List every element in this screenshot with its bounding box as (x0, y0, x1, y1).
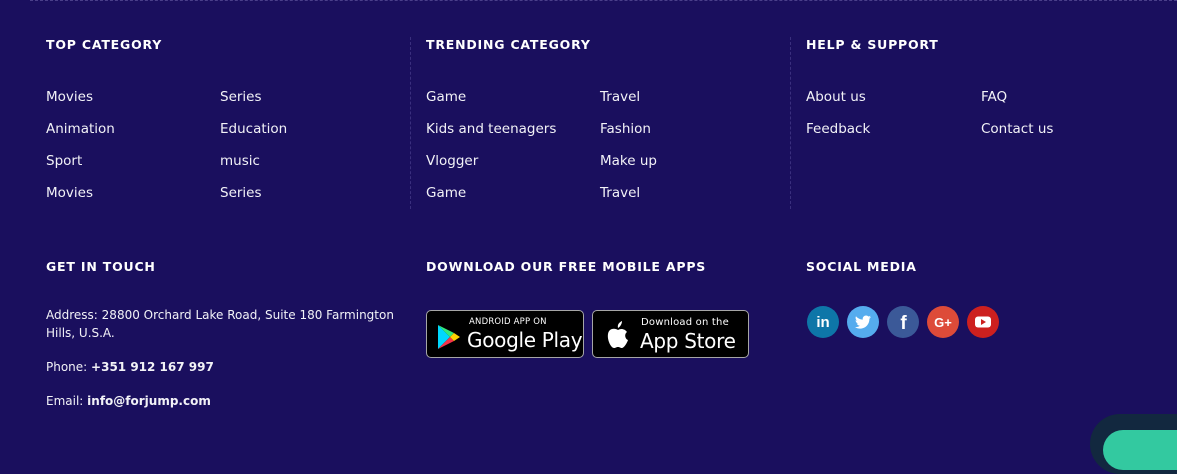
help-support-link[interactable]: Contact us (981, 121, 1053, 137)
trending-category-heading: TRENDING CATEGORY (426, 37, 591, 52)
app-store-small-text: Download on the (641, 317, 729, 328)
apps-heading: DOWNLOAD OUR FREE MOBILE APPS (426, 259, 707, 274)
help-support-link[interactable]: FAQ (981, 89, 1007, 105)
column-divider (790, 37, 791, 209)
trending-category-link[interactable]: Game (426, 185, 466, 201)
facebook-icon[interactable]: f (887, 306, 919, 338)
top-category-link[interactable]: Animation (46, 121, 115, 137)
google-play-icon (437, 324, 461, 354)
email-address[interactable]: info@forjump.com (87, 394, 211, 408)
help-support-heading: HELP & SUPPORT (806, 37, 939, 52)
help-support-link[interactable]: Feedback (806, 121, 870, 137)
chat-button[interactable] (1103, 430, 1177, 470)
youtube-icon[interactable] (967, 306, 999, 338)
twitter-icon[interactable] (847, 306, 879, 338)
linkedin-icon[interactable]: in (807, 306, 839, 338)
app-store-button[interactable]: Download on the App Store (592, 310, 749, 358)
get-in-touch-heading: GET IN TOUCH (46, 259, 156, 274)
trending-category-link[interactable]: Kids and teenagers (426, 121, 556, 137)
apple-icon (605, 321, 631, 353)
svg-text:f: f (900, 313, 907, 334)
top-category-link[interactable]: Movies (46, 185, 93, 201)
google-plus-icon[interactable]: G+ (927, 306, 959, 338)
address-text: Address: 28800 Orchard Lake Road, Suite … (46, 308, 394, 340)
top-category-link[interactable]: Series (220, 185, 262, 201)
email-text: Email: info@forjump.com (46, 394, 211, 408)
app-store-big-text: App Store (640, 329, 736, 353)
svg-text:G+: G+ (934, 315, 952, 330)
google-play-big-text: Google Play (467, 328, 583, 352)
top-category-link[interactable]: Series (220, 89, 262, 105)
top-category-link[interactable]: Sport (46, 153, 82, 169)
phone-text: Phone: +351 912 167 997 (46, 360, 214, 374)
help-support-link[interactable]: About us (806, 89, 866, 105)
top-category-link[interactable]: Movies (46, 89, 93, 105)
svg-text:in: in (816, 314, 829, 331)
trending-category-link[interactable]: Vlogger (426, 153, 478, 169)
trending-category-link[interactable]: Travel (600, 89, 640, 105)
trending-category-link[interactable]: Fashion (600, 121, 651, 137)
google-play-small-text: ANDROID APP ON (469, 317, 547, 327)
phone-number[interactable]: +351 912 167 997 (91, 360, 214, 374)
trending-category-link[interactable]: Make up (600, 153, 657, 169)
social-media-heading: SOCIAL MEDIA (806, 259, 917, 274)
top-category-link[interactable]: music (220, 153, 260, 169)
trending-category-link[interactable]: Game (426, 89, 466, 105)
column-divider (410, 37, 411, 209)
trending-category-link[interactable]: Travel (600, 185, 640, 201)
top-category-heading: TOP CATEGORY (46, 37, 163, 52)
top-category-link[interactable]: Education (220, 121, 287, 137)
top-divider (30, 0, 1177, 1)
google-play-button[interactable]: ANDROID APP ON Google Play (426, 310, 584, 358)
